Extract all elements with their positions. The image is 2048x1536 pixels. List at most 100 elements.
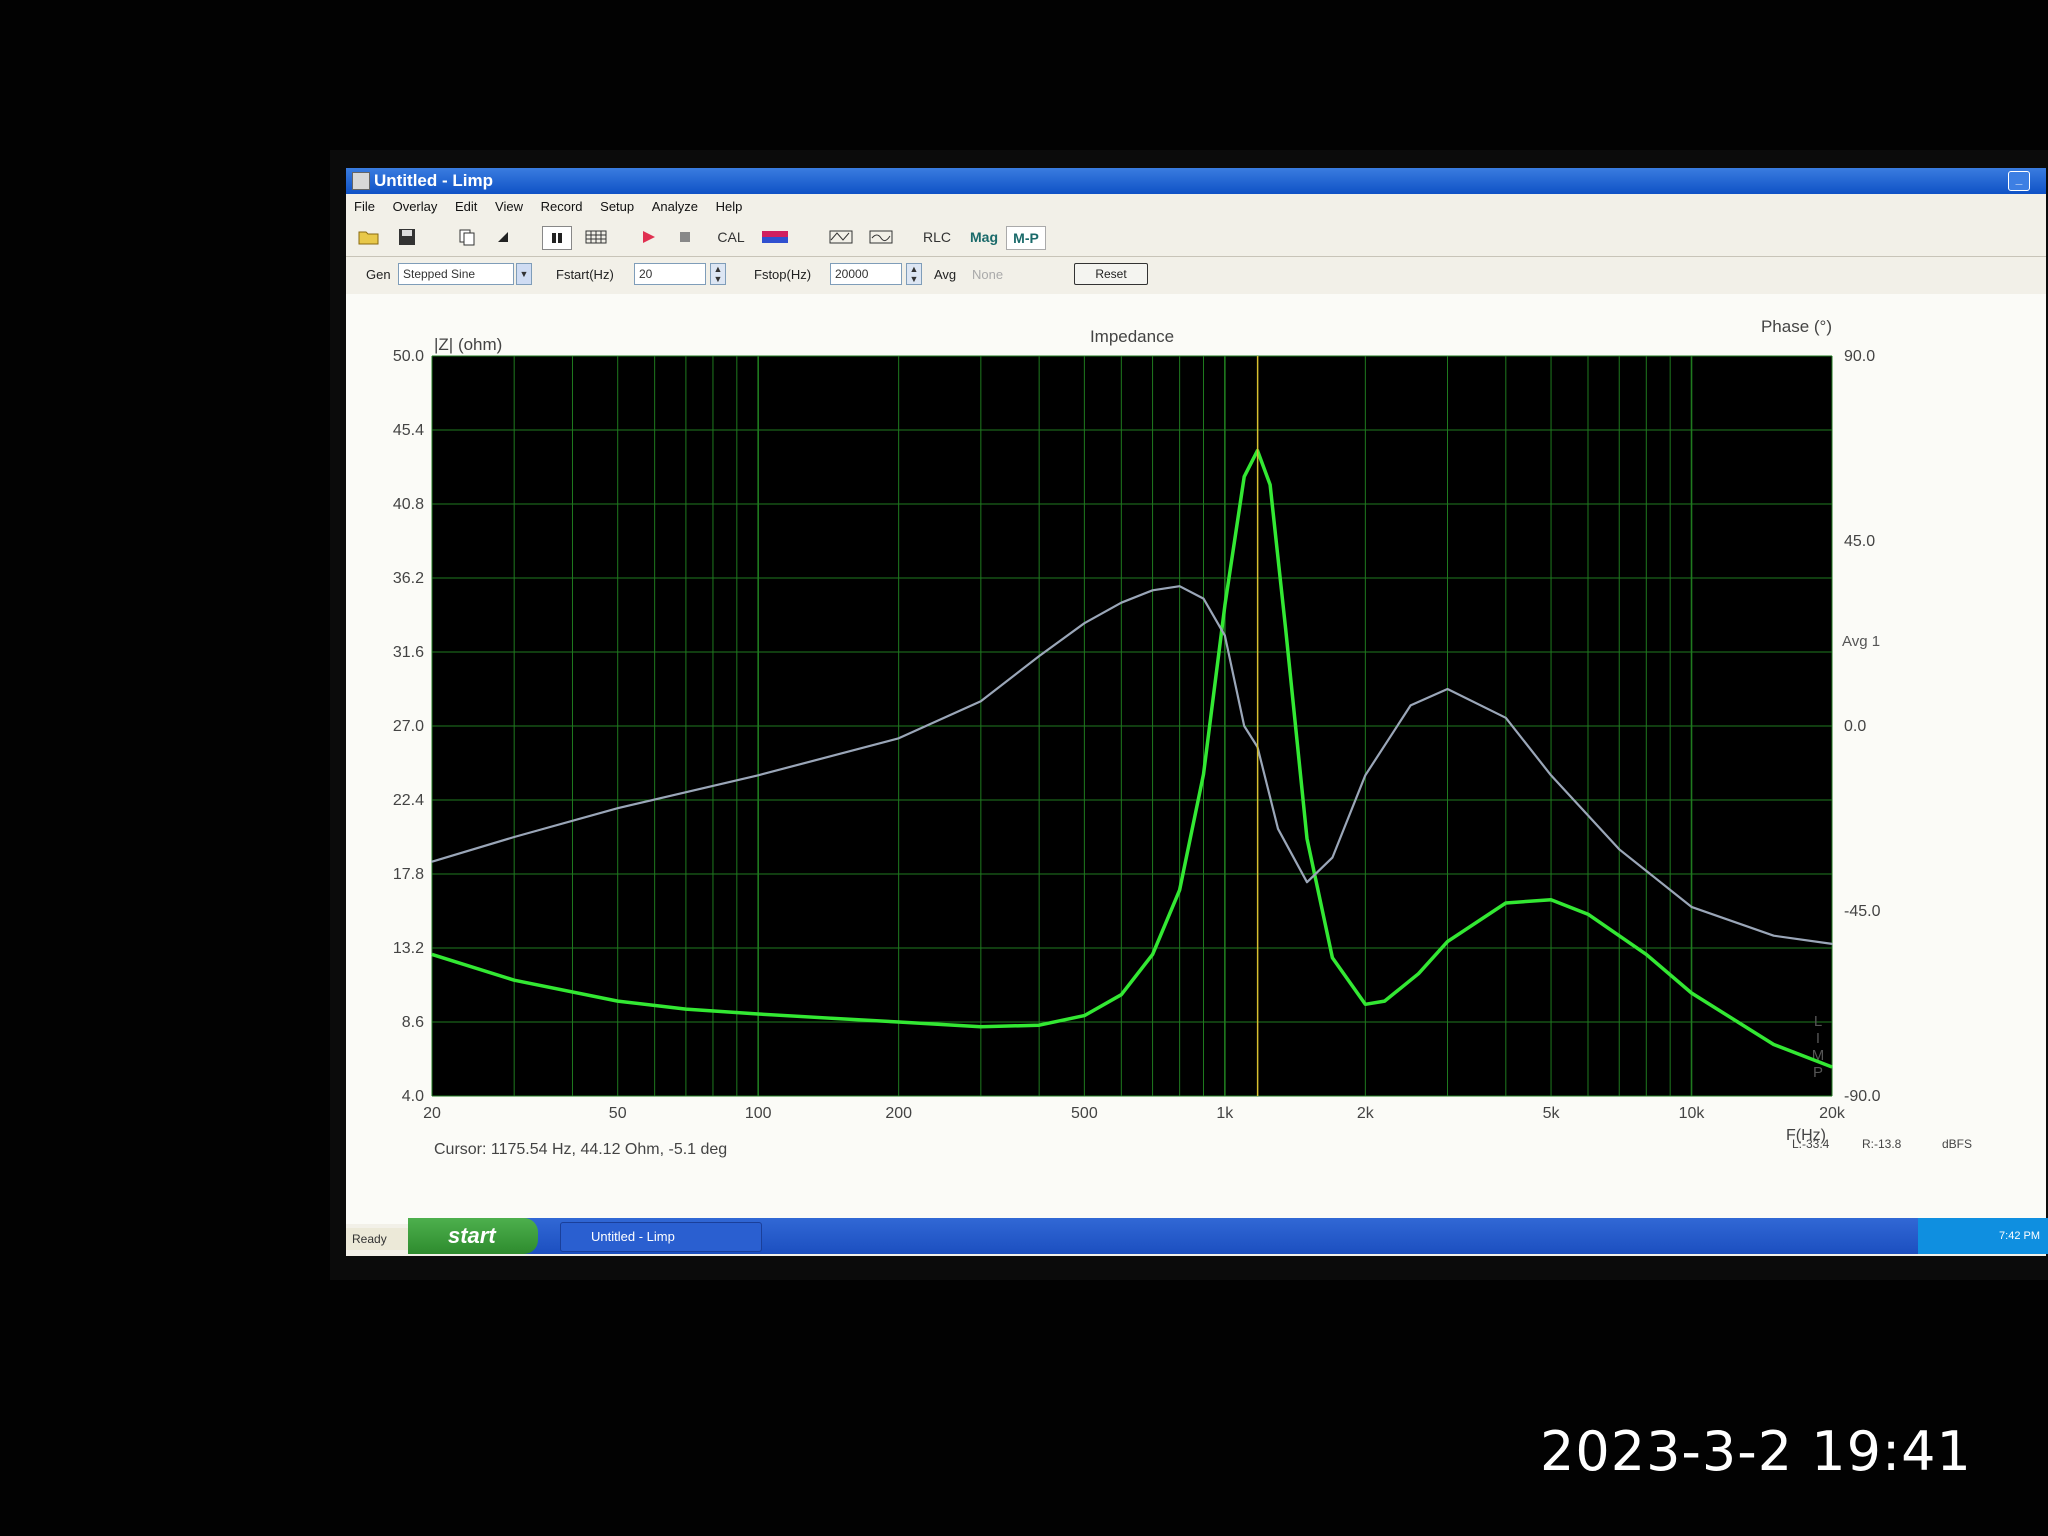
impedance-data-point <box>1831 1066 1833 1068</box>
phase-data-point <box>616 807 619 810</box>
y-axis-label-left: |Z| (ohm) <box>434 335 502 354</box>
impedance-data-point <box>616 1000 619 1002</box>
play-record-icon[interactable] <box>636 226 662 248</box>
menu-help[interactable]: Help <box>716 199 743 214</box>
taskbar-item-limp[interactable]: Untitled - Limp <box>560 1222 762 1252</box>
impedance-data-point <box>1151 953 1154 956</box>
x-tick-label: 500 <box>1071 1105 1098 1122</box>
x-tick-label: 20 <box>423 1105 441 1122</box>
phase-data-point <box>980 700 982 703</box>
start-button[interactable]: start <box>408 1218 538 1254</box>
cursor-readout: Cursor: 1175.54 Hz, 44.12 Ohm, -5.1 deg <box>434 1141 727 1158</box>
impedance-data-point <box>757 1013 759 1015</box>
y-tick-label-left: 17.8 <box>393 866 424 883</box>
y-tick-label-left: 27.0 <box>393 718 424 735</box>
pointer-icon[interactable] <box>490 226 516 248</box>
phase-data-point <box>1409 704 1412 707</box>
y-tick-label-left: 31.6 <box>393 644 424 661</box>
y-tick-label-right: 45.0 <box>1844 533 1875 550</box>
phase-data-point <box>1243 725 1245 727</box>
save-disk-icon[interactable] <box>394 226 420 248</box>
impedance-data-point <box>685 1008 687 1010</box>
chevron-down-icon[interactable]: ▼ <box>516 263 532 285</box>
impedance-data-point <box>1202 773 1205 776</box>
impedance-data-point <box>1690 992 1693 994</box>
y-tick-label-left: 13.2 <box>393 940 424 957</box>
y-tick-label-left: 22.4 <box>393 792 424 809</box>
x-tick-label: 50 <box>609 1105 627 1122</box>
impedance-data-point <box>1331 956 1334 959</box>
menu-record[interactable]: Record <box>541 199 583 214</box>
impedance-data-point <box>1083 1014 1086 1017</box>
grid-table-icon[interactable] <box>582 226 610 248</box>
pause-button-icon[interactable] <box>542 226 572 250</box>
phase-data-point <box>1618 848 1621 851</box>
phase-data-point <box>1331 856 1334 859</box>
x-tick-label: 1k <box>1216 1105 1234 1122</box>
phase-data-point <box>1202 597 1205 600</box>
reset-button[interactable]: Reset <box>1074 263 1148 285</box>
gen-select[interactable]: Stepped Sine <box>398 263 514 285</box>
menu-setup[interactable]: Setup <box>600 199 634 214</box>
copy-icon[interactable] <box>454 226 480 248</box>
phase-data-point <box>1038 655 1040 657</box>
impedance-data-point <box>897 1021 900 1023</box>
mode-side-label-char: P <box>1813 1064 1823 1081</box>
minimize-icon[interactable]: _ <box>2008 171 2030 191</box>
impedance-data-point <box>1645 953 1648 956</box>
rlc-button[interactable]: RLC <box>920 226 954 248</box>
chart-title: Impedance <box>1090 327 1174 346</box>
phase-data-point <box>1083 622 1086 625</box>
menu-file[interactable]: File <box>354 199 375 214</box>
impedance-data-point <box>980 1026 982 1028</box>
stop-icon[interactable] <box>672 226 698 248</box>
generator-params-bar: Gen Stepped Sine ▼ Fstart(Hz) 20 ▲ ▼ Fsto… <box>346 258 2046 290</box>
y-tick-label-left: 8.6 <box>402 1014 424 1031</box>
level-readout: dBFS <box>1942 1137 1972 1151</box>
mode-side-label-char: I <box>1816 1030 1820 1047</box>
fstop-input[interactable]: 20000 <box>830 263 902 285</box>
spectrum-icon[interactable] <box>866 226 896 248</box>
cal-button[interactable]: CAL <box>716 226 746 248</box>
avg-select[interactable]: None <box>972 267 1003 282</box>
open-folder-icon[interactable] <box>356 226 382 248</box>
impedance-data-point <box>513 979 515 981</box>
color-palette-icon[interactable] <box>760 226 790 248</box>
mag-button[interactable]: Mag <box>966 226 1002 248</box>
phase-data-point <box>1690 906 1693 908</box>
impedance-data-point <box>1306 837 1308 840</box>
fstart-stepper[interactable]: ▲ ▼ <box>710 263 726 285</box>
impedance-data-point <box>1364 1003 1367 1006</box>
impedance-data-point <box>1243 475 1245 478</box>
phase-data-point <box>1224 634 1226 637</box>
fstop-stepper[interactable]: ▲ ▼ <box>906 263 922 285</box>
y-tick-label-right: 0.0 <box>1844 718 1866 735</box>
title-bar[interactable]: Untitled - Limp _ <box>346 168 2046 194</box>
impedance-data-point <box>839 1017 842 1020</box>
menu-overlay[interactable]: Overlay <box>393 199 438 214</box>
x-tick-label: 100 <box>745 1105 772 1122</box>
phase-data-point <box>1831 943 1833 945</box>
photo-timestamp: 2023-3-2 19:41 <box>1540 1420 1972 1483</box>
y-tick-label-right: -90.0 <box>1844 1088 1881 1105</box>
phase-data-point <box>897 737 900 740</box>
mag-phase-button[interactable]: M-P <box>1006 226 1046 250</box>
fstart-label: Fstart(Hz) <box>556 267 614 282</box>
menu-analyze[interactable]: Analyze <box>652 199 698 214</box>
waveform-icon[interactable] <box>826 226 856 248</box>
x-tick-label: 10k <box>1679 1105 1706 1122</box>
phase-data-point <box>1364 774 1367 777</box>
x-tick-label: 2k <box>1357 1105 1375 1122</box>
fstart-input[interactable]: 20 <box>634 263 706 285</box>
y-tick-label-left: 4.0 <box>402 1088 424 1105</box>
menu-view[interactable]: View <box>495 199 523 214</box>
impedance-data-point <box>1587 913 1589 916</box>
y-tick-label-left: 36.2 <box>393 570 424 587</box>
y-tick-label-left: 40.8 <box>393 496 424 513</box>
menu-edit[interactable]: Edit <box>455 199 477 214</box>
phase-data-point <box>513 836 515 838</box>
x-tick-label: 200 <box>885 1105 912 1122</box>
impedance-chart[interactable]: 50.0 45.4 40.8 36.2 31.6 27.0 22.4 17.8 13.2 8.6 4… <box>346 294 2046 1224</box>
x-tick-label: 20k <box>1819 1105 1846 1122</box>
impedance-data-point <box>1772 1043 1775 1046</box>
